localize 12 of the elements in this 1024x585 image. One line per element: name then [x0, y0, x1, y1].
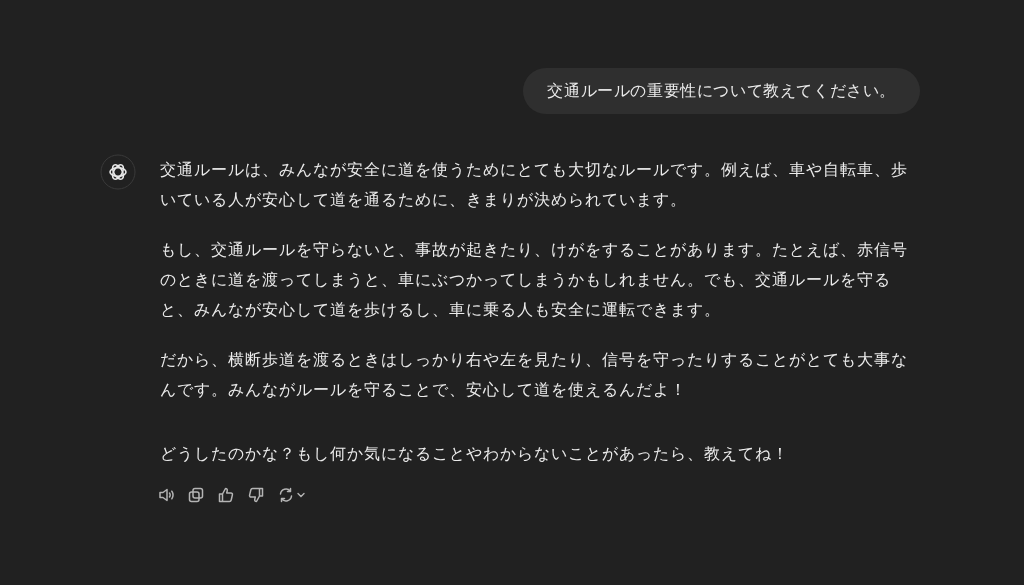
assistant-logo-icon — [100, 154, 136, 190]
thumbs-up-icon — [217, 486, 235, 504]
user-message: 交通ルールの重要性について教えてください。 — [523, 68, 920, 114]
refresh-icon — [277, 486, 295, 504]
copy-icon — [187, 486, 205, 504]
response-paragraph: だから、横断歩道を渡るときはしっかり右や左を見たり、信号を守ったりすることがとても大事なんです。みんながルールを守ることで、安心して道を使えるんだよ！ — [160, 349, 909, 401]
speaker-icon — [157, 486, 175, 504]
response-paragraph: 交通ルールは、みんなが安全に道を使うためにとても大切なルールです。例えば、車や自転車、歩いている人が安心して道を通るために、きまりが決められています。 — [160, 159, 909, 211]
response-paragraph: もし、交通ルールを守らないと、事故が起きたり、けがをすることがあります。たとえば、赤信号のときに道を渡ってしまうと、車にぶつかってしまうかもしれません。でも、交通ルールを守ると、みんなが安心して道を歩けるし、車に乗る人も安全に運転できます。 — [160, 239, 909, 321]
chevron-down-icon — [296, 490, 306, 500]
response-paragraph: どうしたのかな？もし何か気になることやわからないことがあったら、教えてね！ — [160, 443, 790, 465]
thumbs-down-icon — [247, 486, 265, 504]
